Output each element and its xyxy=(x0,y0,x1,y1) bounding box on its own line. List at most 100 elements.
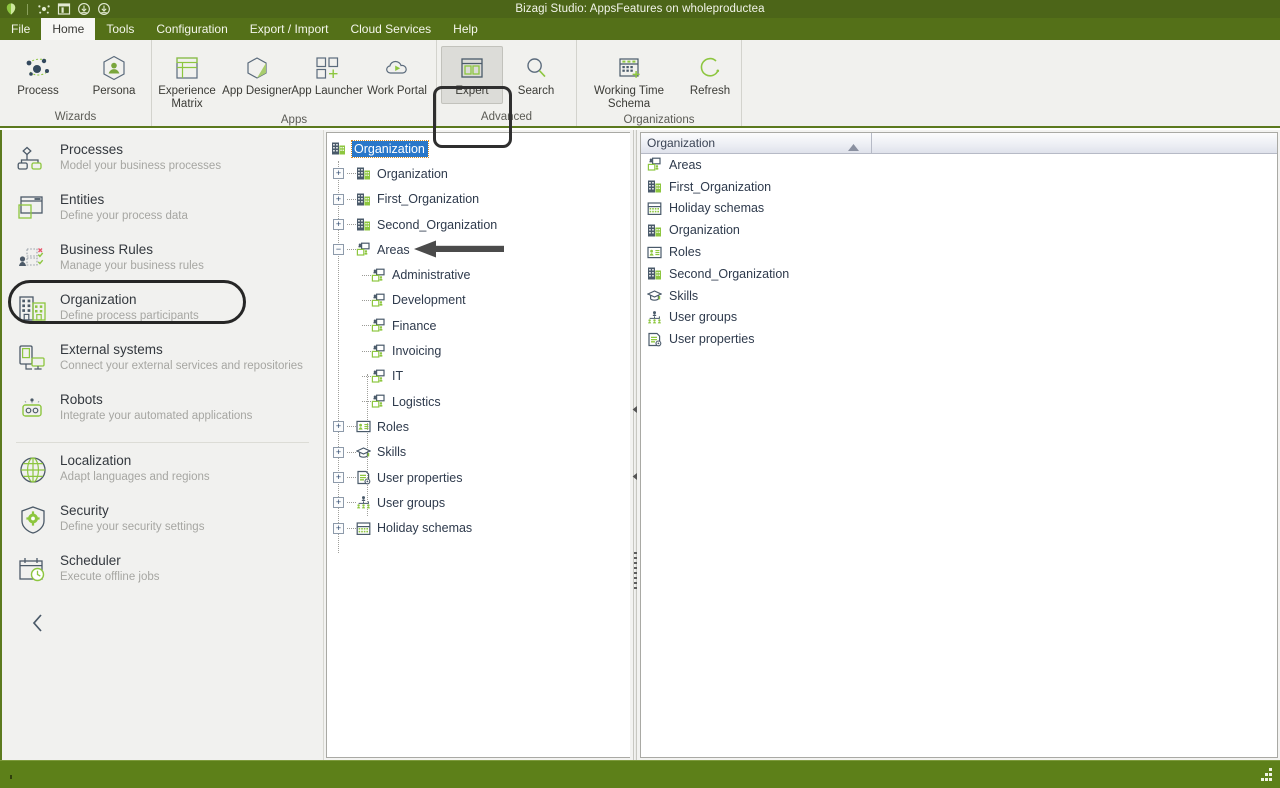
ribbon-group-wizards: Process Persona Wizards xyxy=(0,40,152,126)
tree-node-administrative[interactable]: Administrative xyxy=(327,262,631,287)
splitter-collapse-right-button[interactable] xyxy=(631,472,639,481)
menu-item-configuration[interactable]: Configuration xyxy=(145,18,238,40)
experience-matrix-button[interactable]: Experience Matrix xyxy=(152,46,222,114)
tree-node-user-properties[interactable]: + User properties xyxy=(327,465,631,490)
tree-node-invoicing[interactable]: Invoicing xyxy=(327,338,631,363)
search-button[interactable]: Search xyxy=(503,46,569,101)
sidebar-item-processes[interactable]: Processes Model your business processes xyxy=(2,138,323,188)
list-item[interactable]: User groups xyxy=(641,307,1277,329)
sidebar-item-business-rules-sub: Manage your business rules xyxy=(60,260,204,272)
menu-item-export-import[interactable]: Export / Import xyxy=(239,18,340,40)
tree-node-user-groups[interactable]: + User groups xyxy=(327,490,631,515)
tree-connector xyxy=(362,401,371,403)
tree-node-root[interactable]: Organization xyxy=(327,136,631,161)
list-item[interactable]: Holiday schemas xyxy=(641,198,1277,220)
list-item-label: User groups xyxy=(669,310,738,325)
ribbon-group-advanced-label: Advanced xyxy=(480,110,533,123)
tree-node-holiday-schemas[interactable]: + Holiday schemas xyxy=(327,515,631,540)
organization-list[interactable]: Organization Areas First_Organization Ho… xyxy=(640,132,1278,758)
ribbon-group-apps: Experience Matrix App Designer App Launc… xyxy=(152,40,437,126)
working-time-schema-button-label: Working Time Schema xyxy=(593,85,665,110)
app-launcher-button[interactable]: App Launcher xyxy=(291,46,363,101)
tree-node-it[interactable]: IT xyxy=(327,364,631,389)
sidebar-item-processes-text: Processes Model your business processes xyxy=(60,138,221,174)
list-item-label: Skills xyxy=(669,288,699,303)
tree-node-skills[interactable]: + Skills xyxy=(327,440,631,465)
tree-node-root-label: Organization xyxy=(351,139,429,158)
list-item[interactable]: Roles xyxy=(641,241,1277,263)
external-systems-icon xyxy=(16,342,50,376)
resize-grip-icon[interactable] xyxy=(1257,768,1275,787)
menu-item-file[interactable]: File xyxy=(0,18,41,40)
sidebar-item-robots[interactable]: Robots Integrate your automated applicat… xyxy=(2,388,323,438)
expand-icon[interactable]: + xyxy=(333,421,344,433)
splitter-collapse-left-button[interactable] xyxy=(631,405,639,414)
security-shield-icon xyxy=(16,503,50,537)
sidebar-item-external-systems[interactable]: External systems Connect your external s… xyxy=(2,338,323,388)
sidebar-item-localization[interactable]: Localization Adapt languages and regions xyxy=(2,449,323,499)
expand-icon[interactable]: + xyxy=(333,446,344,458)
expert-button[interactable]: Expert xyxy=(441,46,503,104)
list-column-blank[interactable] xyxy=(872,133,1277,154)
list-item[interactable]: Second_Organization xyxy=(641,263,1277,285)
tree-node-logistics[interactable]: Logistics xyxy=(327,389,631,414)
user-properties-icon xyxy=(356,470,371,485)
refresh-button[interactable]: Refresh xyxy=(681,46,739,101)
tree-node-first-organization[interactable]: + First_Organization xyxy=(327,187,631,212)
working-time-schema-button[interactable]: Working Time Schema xyxy=(577,46,681,114)
sidebar-item-business-rules-text: Business Rules Manage your business rule… xyxy=(60,238,204,274)
list-item[interactable]: Organization xyxy=(641,219,1277,241)
tree-node-organization[interactable]: + Organization xyxy=(327,161,631,186)
expand-icon[interactable]: + xyxy=(333,193,344,205)
tree-node-finance[interactable]: Finance xyxy=(327,313,631,338)
list-item-label: Organization xyxy=(669,223,740,238)
list-item[interactable]: First_Organization xyxy=(641,176,1277,198)
menu-item-cloud-services[interactable]: Cloud Services xyxy=(339,18,442,40)
persona-button[interactable]: Persona xyxy=(76,46,152,101)
sidebar-item-business-rules[interactable]: Business Rules Manage your business rule… xyxy=(2,238,323,288)
collapse-icon[interactable]: − xyxy=(333,244,344,256)
experience-matrix-button-label: Experience Matrix xyxy=(158,85,216,110)
tree-node-development[interactable]: Development xyxy=(327,288,631,313)
sidebar-item-business-rules-label: Business Rules xyxy=(60,242,154,257)
splitter-rail[interactable] xyxy=(633,130,637,760)
tree-connector xyxy=(347,198,356,200)
expand-icon[interactable]: + xyxy=(333,497,344,509)
panel-layout-icon[interactable] xyxy=(57,2,71,16)
sidebar-item-localization-sub: Adapt languages and regions xyxy=(60,471,210,483)
menu-item-help[interactable]: Help xyxy=(442,18,489,40)
organization-icon xyxy=(16,292,50,326)
menu-item-home[interactable]: Home xyxy=(41,18,96,40)
panel-splitter[interactable] xyxy=(630,130,640,760)
areas-icon xyxy=(647,157,662,172)
list-item[interactable]: Skills xyxy=(641,285,1277,307)
process-button[interactable]: Process xyxy=(0,46,76,101)
tree-node-label: Logistics xyxy=(392,394,441,409)
sidebar-item-organization[interactable]: Organization Define process participants xyxy=(2,288,323,338)
process-wizard-icon[interactable] xyxy=(37,2,51,16)
tree-node-second-organization[interactable]: + Second_Organization xyxy=(327,212,631,237)
tree-node-areas[interactable]: − Areas xyxy=(327,237,631,262)
sidebar-item-scheduler[interactable]: Scheduler Execute offline jobs xyxy=(2,549,323,599)
sidebar-item-entities[interactable]: Entities Define your process data xyxy=(2,188,323,238)
work-portal-button[interactable]: Work Portal xyxy=(362,46,432,101)
list-column-organization[interactable]: Organization xyxy=(641,133,872,154)
app-designer-button[interactable]: App Designer xyxy=(222,46,292,101)
download-icon[interactable] xyxy=(77,2,91,16)
tree-node-roles[interactable]: + Roles xyxy=(327,414,631,439)
list-item-label: User properties xyxy=(669,332,755,347)
sidebar-item-security[interactable]: Security Define your security settings xyxy=(2,499,323,549)
splitter-grip[interactable] xyxy=(633,552,637,590)
sidebar-item-security-label: Security xyxy=(60,503,109,518)
list-item[interactable]: Areas xyxy=(641,154,1277,176)
expand-icon[interactable]: + xyxy=(333,219,344,231)
sidebar-collapse-button[interactable] xyxy=(26,611,50,635)
expand-icon[interactable]: + xyxy=(333,472,344,483)
organization-tree[interactable]: Organization + Organization + First_Orga… xyxy=(326,132,632,758)
expand-icon[interactable]: + xyxy=(333,522,344,534)
list-item[interactable]: User properties xyxy=(641,328,1277,350)
expand-icon[interactable]: + xyxy=(333,168,344,180)
sidebar-item-processes-sub: Model your business processes xyxy=(60,160,222,172)
download-alt-icon[interactable] xyxy=(97,2,111,16)
menu-item-tools[interactable]: Tools xyxy=(95,18,145,40)
